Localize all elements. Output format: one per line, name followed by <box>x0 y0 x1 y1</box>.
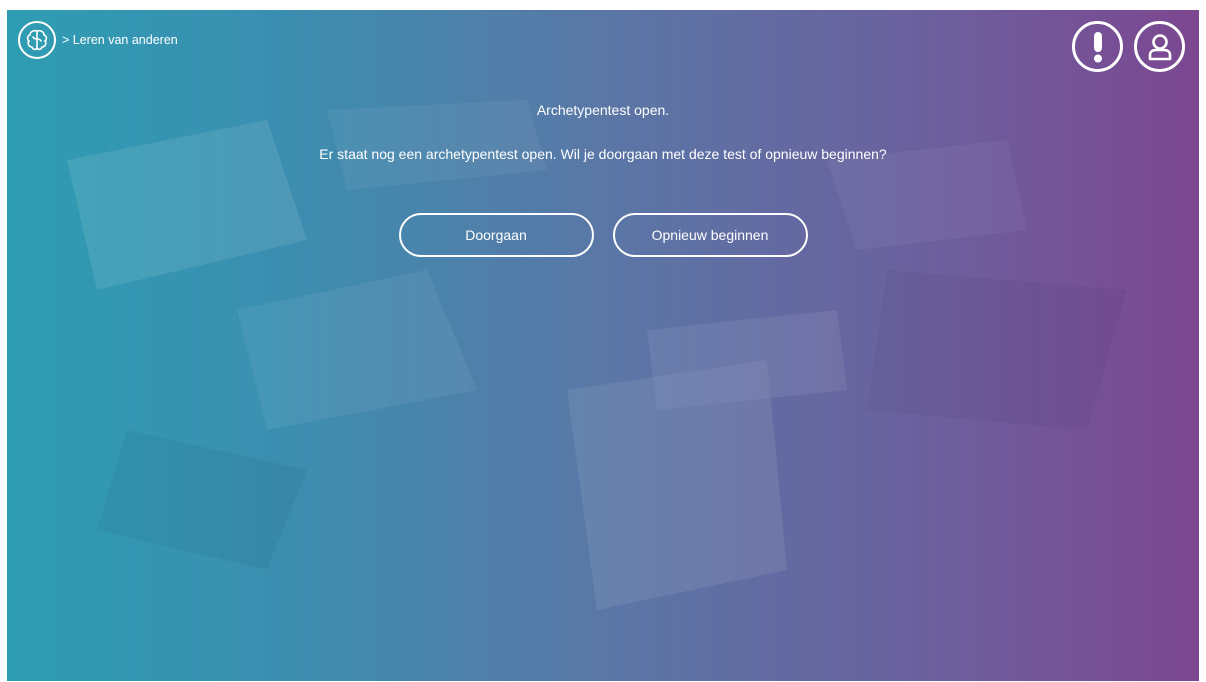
brain-icon[interactable] <box>18 21 56 59</box>
restart-button[interactable]: Opnieuw beginnen <box>612 213 808 257</box>
open-test-dialog: Archetypentest open. Er staat nog een ar… <box>7 102 1199 257</box>
dialog-actions: Doorgaan Opnieuw beginnen <box>7 213 1199 257</box>
user-icon-graphic <box>1148 33 1171 60</box>
user-icon[interactable] <box>1134 21 1185 72</box>
continue-button[interactable]: Doorgaan <box>398 213 594 257</box>
exclamation-icon-graphic <box>1093 31 1102 62</box>
brain-icon-graphic <box>26 29 48 51</box>
exclamation-icon[interactable] <box>1072 21 1123 72</box>
dialog-title: Archetypentest open. <box>536 102 670 118</box>
dialog-message: Er staat nog een archetypentest open. Wi… <box>319 146 887 162</box>
breadcrumb[interactable]: > Leren van anderen <box>62 33 178 47</box>
header-actions <box>1072 21 1185 72</box>
app-screen: > Leren van anderen Archetypentest open.… <box>7 10 1199 681</box>
brand-area: > Leren van anderen <box>18 21 178 59</box>
